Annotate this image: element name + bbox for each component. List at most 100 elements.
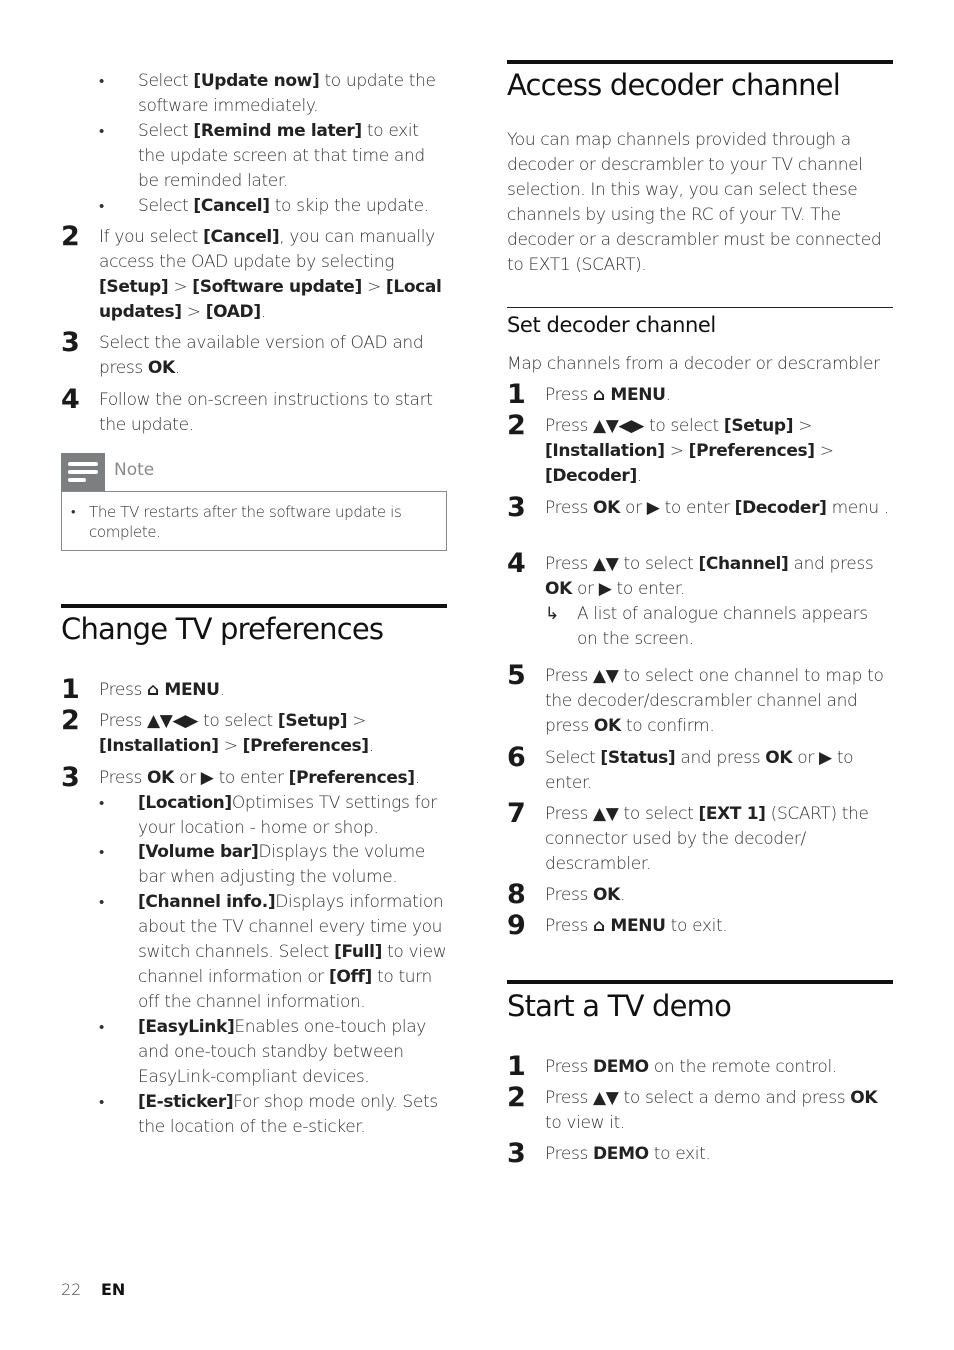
language-code: EN: [101, 1280, 126, 1299]
oad-step-2: 2 If you select [Cancel], you can manuall…: [61, 222, 447, 325]
decoder-step-4: 4 Press ▲▼ to select [Channel] and press …: [507, 549, 893, 602]
step-text: Select [Cancel] to skip the update.: [138, 194, 447, 219]
text-run: Press: [545, 498, 594, 518]
bullet-icon: •: [99, 122, 104, 140]
step-text: Press ▲▼ to select [Channel] and press O…: [545, 552, 893, 602]
text-run: Press: [545, 416, 594, 436]
text-run: to exit.: [665, 916, 728, 936]
emphasis-text: ▶: [646, 498, 660, 518]
text-run: menu .: [826, 498, 890, 518]
text-run: Press: [545, 554, 594, 574]
emphasis-text: OK: [545, 579, 572, 599]
emphasis-text: [Location]: [138, 793, 232, 813]
text-run: to enter: [213, 768, 289, 788]
step-text: Follow the on-screen instructions to sta…: [99, 388, 447, 438]
emphasis-text: [Decoder]: [734, 498, 827, 518]
oad-step-3: 3 Select the available version of OAD and…: [61, 328, 447, 381]
text-run: Press: [545, 885, 594, 905]
step-text: Press DEMO to exit.: [545, 1142, 893, 1167]
text-run: .: [665, 385, 671, 405]
text-run: to select: [643, 416, 724, 436]
text-run: Select: [545, 748, 601, 768]
bullet-cancel: • Select [Cancel] to skip the update.: [99, 194, 447, 219]
emphasis-text: DEMO: [593, 1057, 649, 1077]
bullet-icon: •: [99, 843, 104, 861]
text-run: .: [636, 466, 642, 486]
step-text: Select [Update now] to update the softwa…: [138, 69, 447, 119]
text-run: .: [260, 302, 266, 322]
emphasis-text: [Full]: [334, 942, 383, 962]
emphasis-text: ▲▼: [593, 554, 619, 574]
emphasis-text: ▶: [819, 748, 832, 768]
emphasis-text: ⌂ MENU: [593, 385, 666, 405]
emphasis-text: [EasyLink]: [138, 1017, 235, 1037]
bullet-icon: •: [99, 197, 104, 215]
step-text: Press ▲▼ to select a demo and press OK t…: [545, 1086, 893, 1136]
emphasis-text: [Update now]: [193, 71, 320, 91]
emphasis-text: [Channel info.]: [138, 892, 276, 912]
text-run: and press: [675, 748, 766, 768]
text-run: >: [218, 736, 243, 756]
text-run: Select: [138, 71, 194, 91]
text-run: Press: [545, 1088, 594, 1108]
text-run: Press: [545, 804, 594, 824]
text-run: If you select: [99, 227, 204, 247]
text-run: to enter: [659, 498, 735, 518]
bullet-icon: •: [99, 794, 104, 812]
text-run: or: [792, 748, 820, 768]
emphasis-text: DEMO: [593, 1144, 649, 1164]
step-text: Press ⌂ MENU to exit.: [545, 914, 893, 939]
emphasis-text: [E-sticker]: [138, 1092, 234, 1112]
text-run: to select a demo and press: [618, 1088, 851, 1108]
emphasis-text: OK: [765, 748, 793, 768]
pref-step-3: 3 Press OK or ▶ to enter [Preferences].: [61, 763, 447, 793]
emphasis-text: [Preferences]: [688, 441, 815, 461]
pref-step-2: 2 Press ▲▼◀▶ to select [Setup] > [Install…: [61, 706, 447, 759]
emphasis-text: OK: [147, 768, 174, 788]
demo-step-1: 1 Press DEMO on the remote control.: [507, 1052, 893, 1082]
emphasis-text: [EXT 1]: [698, 804, 766, 824]
step-text: Press OK.: [545, 883, 893, 908]
decoder-step-4-result: ↳ A list of analogue channels appears on …: [545, 604, 868, 649]
decoder-step-2: 2 Press ▲▼◀▶ to select [Setup] > [Install…: [507, 411, 893, 489]
emphasis-text: [Software update]: [192, 277, 362, 297]
decoder-step-5: 5 Press ▲▼ to select one channel to map t…: [507, 661, 893, 739]
section-title-demo: Start a TV demo: [507, 989, 732, 1023]
emphasis-text: OK: [593, 885, 620, 905]
emphasis-text: [Remind me later]: [193, 121, 362, 141]
pref-bullet-easylink: • [EasyLink]Enables one-touch play and on…: [99, 1015, 447, 1090]
step-text: Press ▲▼ to select [EXT 1] (SCART) the c…: [545, 802, 893, 877]
bullet-icon: •: [99, 72, 104, 90]
pref-bullet-e-sticker: • [E-sticker]For shop mode only. Sets the…: [99, 1090, 447, 1140]
step-text: Press ▲▼ to select one channel to map to…: [545, 664, 893, 739]
emphasis-text: [Installation]: [99, 736, 219, 756]
step-text: [Volume bar]Displays the volume bar when…: [138, 840, 447, 890]
emphasis-text: [Setup]: [277, 711, 348, 731]
subsection-title-set-decoder: Set decoder channel: [507, 313, 716, 337]
emphasis-text: ⌂ MENU: [147, 680, 220, 700]
note-label: Note: [114, 460, 155, 480]
section-rule: [61, 604, 447, 608]
step-text: Select the available version of OAD and …: [99, 331, 447, 381]
decoder-step-8: 8 Press OK.: [507, 880, 893, 910]
emphasis-text: ▲▼◀▶: [593, 416, 644, 436]
text-run: Press: [545, 385, 594, 405]
text-run: or: [173, 768, 201, 788]
step-text: [E-sticker]For shop mode only. Sets the …: [138, 1090, 447, 1140]
step-text: If you select [Cancel], you can manually…: [99, 225, 447, 325]
text-run: Press: [545, 1144, 594, 1164]
emphasis-text: [Installation]: [545, 441, 665, 461]
step-text: Press ▲▼◀▶ to select [Setup] > [Installa…: [99, 709, 447, 759]
emphasis-text: OK: [593, 716, 621, 736]
text-run: Follow the on-screen instructions to sta…: [99, 390, 433, 435]
pref-step-1: 1 Press ⌂ MENU.: [61, 675, 447, 705]
text-run: on the remote control.: [648, 1057, 837, 1077]
text-run: to enter.: [611, 579, 686, 599]
text-run: Press: [545, 1057, 594, 1077]
bullet-icon: •: [71, 505, 76, 520]
section-rule: [507, 980, 893, 984]
decoder-step-3: 3 Press OK or ▶ to enter [Decoder] menu .: [507, 493, 893, 523]
text-run: Press: [99, 680, 148, 700]
text-run: .: [219, 680, 225, 700]
emphasis-text: [Setup]: [99, 277, 169, 297]
